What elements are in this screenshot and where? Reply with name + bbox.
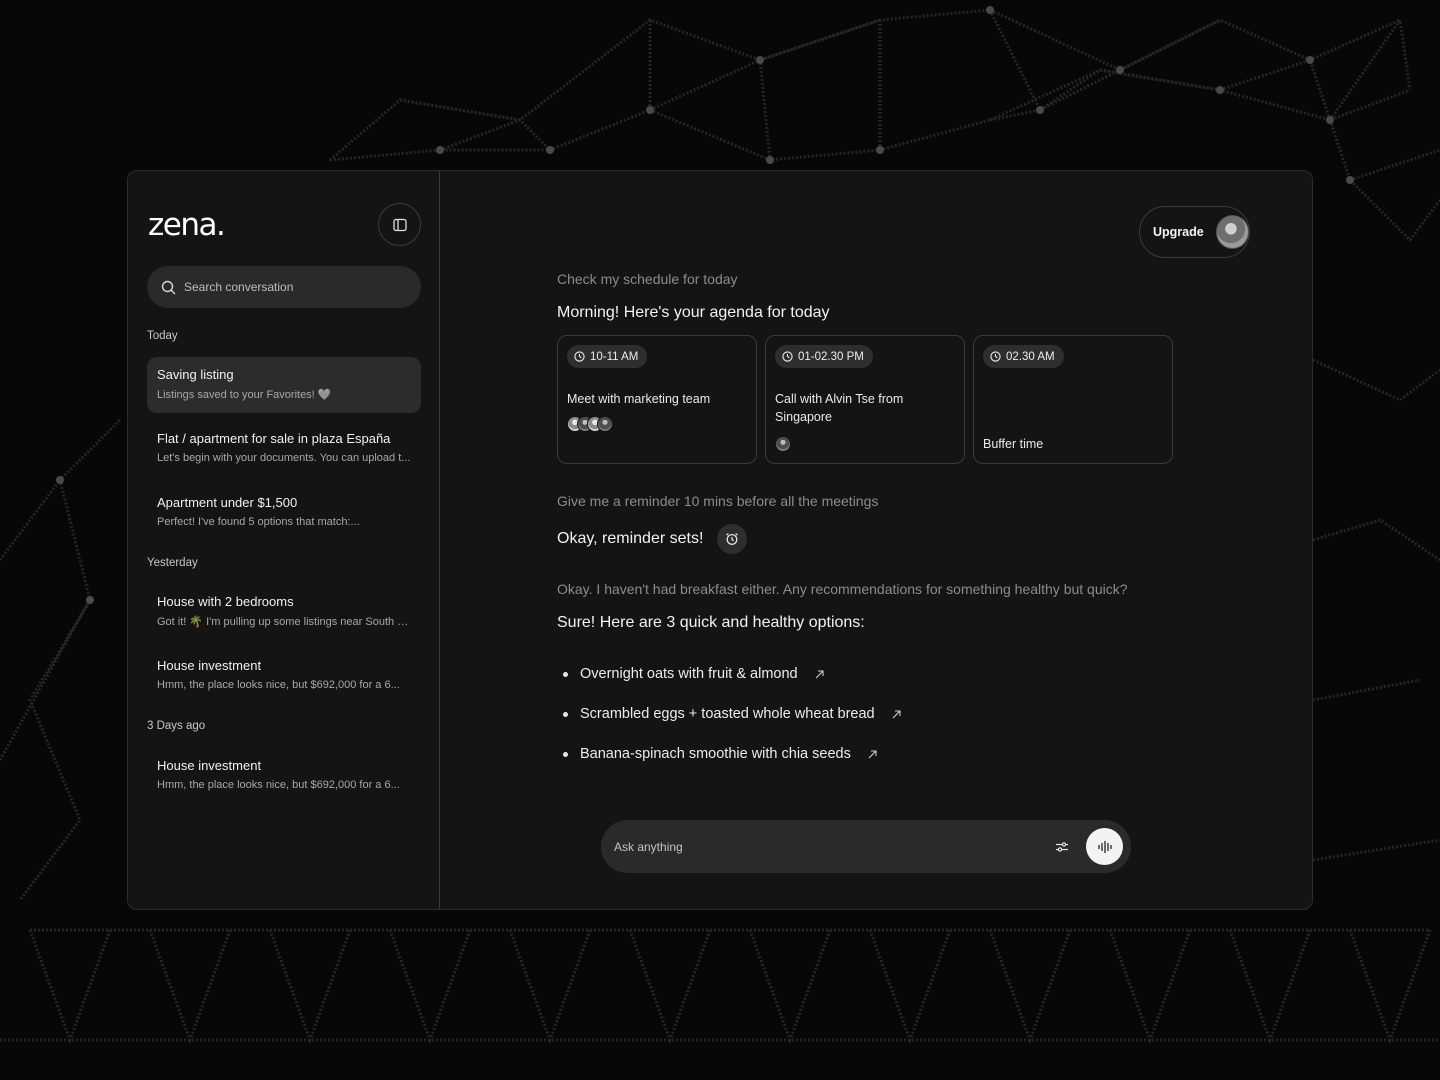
time-badge: 02.30 AM (983, 345, 1064, 368)
external-link-icon[interactable] (867, 749, 878, 760)
time-text: 02.30 AM (1006, 350, 1055, 363)
conversation-preview: Got it! 🌴 I'm pulling up some listings n… (157, 616, 411, 628)
conversation-title: House investment (157, 758, 262, 773)
message-input[interactable] (614, 839, 1050, 854)
group-label-yesterday: Yesterday (147, 557, 198, 569)
user-message: Okay. I haven't had breakfast either. An… (557, 581, 1128, 597)
bullet (563, 711, 568, 717)
group-label-today: Today (147, 330, 178, 342)
time-badge: 10-11 AM (567, 345, 648, 368)
conversation-item[interactable]: Apartment under $1,500 Perfect! I've fou… (147, 485, 421, 541)
recommendation-item[interactable]: Banana-spinach smoothie with chia seeds (563, 734, 902, 774)
conversation-preview: Hmm, the place looks nice, but $692,000 … (157, 779, 400, 791)
agenda-card[interactable]: 10-11 AM Meet with marketing team (557, 335, 757, 464)
upgrade-label: Upgrade (1153, 225, 1204, 239)
conversation-title: Flat / apartment for sale in plaza Españ… (157, 431, 391, 446)
agenda-cards: 10-11 AM Meet with marketing team 01-02.… (557, 335, 1173, 464)
attendee-avatar (597, 416, 613, 432)
alarm-clock-icon (726, 533, 739, 545)
search-bar[interactable] (147, 266, 421, 308)
attendee-avatars (567, 416, 613, 432)
conversation-preview: Listings saved to your Favorites! 🩶 (157, 389, 332, 401)
assistant-message: Sure! Here are 3 quick and healthy optio… (557, 614, 865, 631)
clock-icon (782, 351, 793, 362)
clock-icon (574, 351, 585, 362)
upgrade-button[interactable]: Upgrade (1139, 206, 1250, 258)
conversation-item[interactable]: House investment Hmm, the place looks ni… (147, 748, 421, 804)
waveform-icon (1097, 840, 1112, 853)
conversation-preview: Perfect! I've found 5 options that match… (157, 516, 360, 528)
conversation-title: House with 2 bedrooms (157, 594, 294, 609)
search-icon (161, 280, 176, 294)
agenda-card[interactable]: 01-02.30 PM Call with Alvin Tse from Sin… (765, 335, 965, 464)
attendee-avatar (775, 436, 791, 452)
sliders-icon (1056, 841, 1068, 852)
recommendation-text: Scrambled eggs + toasted whole wheat bre… (580, 706, 875, 722)
conversation-preview: Let's begin with your documents. You can… (157, 452, 411, 464)
assistant-reminder-row: Okay, reminder sets! (557, 524, 748, 554)
user-message: Check my schedule for today (557, 271, 738, 287)
sidebar-panel-icon (392, 218, 407, 231)
assistant-message: Morning! Here's your agenda for today (557, 304, 830, 321)
agenda-title: Buffer time (983, 437, 1044, 451)
conversation-item[interactable]: Flat / apartment for sale in plaza Españ… (147, 421, 421, 477)
agenda-title: Meet with marketing team (567, 392, 711, 406)
chat-area: Upgrade Check my schedule for today Morn… (441, 171, 1312, 909)
time-text: 10-11 AM (590, 350, 639, 363)
conversation-preview: Hmm, the place looks nice, but $692,000 … (157, 679, 400, 691)
app-window: zena. Today Saving listing Listings save… (127, 170, 1313, 910)
recommendation-item[interactable]: Overnight oats with fruit & almond (563, 654, 902, 694)
message-composer (601, 820, 1131, 873)
attendee-avatars (775, 436, 791, 452)
user-message: Give me a reminder 10 mins before all th… (557, 493, 879, 509)
clock-icon (990, 351, 1001, 362)
assistant-message: Okay, reminder sets! (557, 530, 704, 547)
app-logo: zena. (148, 207, 226, 243)
conversation-item[interactable]: Saving listing Listings saved to your Fa… (147, 357, 421, 413)
conversation-title: Saving listing (157, 367, 234, 382)
toggle-sidebar-button[interactable] (378, 203, 421, 246)
voice-input-button[interactable] (1086, 828, 1123, 865)
agenda-title: Call with Alvin Tse from Singapore (775, 392, 904, 424)
recommendation-list: Overnight oats with fruit & almond Scram… (563, 654, 902, 774)
settings-sliders-button[interactable] (1050, 835, 1074, 859)
time-badge: 01-02.30 PM (775, 345, 873, 368)
bullet (563, 671, 568, 677)
alarm-button[interactable] (717, 524, 748, 554)
user-avatar[interactable] (1215, 215, 1249, 249)
search-input[interactable] (184, 280, 404, 294)
conversation-item[interactable]: House with 2 bedrooms Got it! 🌴 I'm pull… (147, 584, 421, 640)
agenda-card[interactable]: 02.30 AM Buffer time (973, 335, 1173, 464)
conversation-title: Apartment under $1,500 (157, 495, 298, 510)
bullet (563, 751, 568, 757)
sidebar: zena. Today Saving listing Listings save… (128, 171, 440, 909)
conversation-item[interactable]: House investment Hmm, the place looks ni… (147, 648, 421, 704)
group-label-3-days-ago: 3 Days ago (147, 720, 206, 732)
external-link-icon[interactable] (814, 669, 825, 680)
recommendation-text: Banana-spinach smoothie with chia seeds (580, 746, 851, 762)
conversation-title: House investment (157, 658, 262, 673)
time-text: 01-02.30 PM (798, 350, 864, 363)
external-link-icon[interactable] (891, 709, 902, 720)
recommendation-text: Overnight oats with fruit & almond (580, 666, 798, 682)
recommendation-item[interactable]: Scrambled eggs + toasted whole wheat bre… (563, 694, 902, 734)
